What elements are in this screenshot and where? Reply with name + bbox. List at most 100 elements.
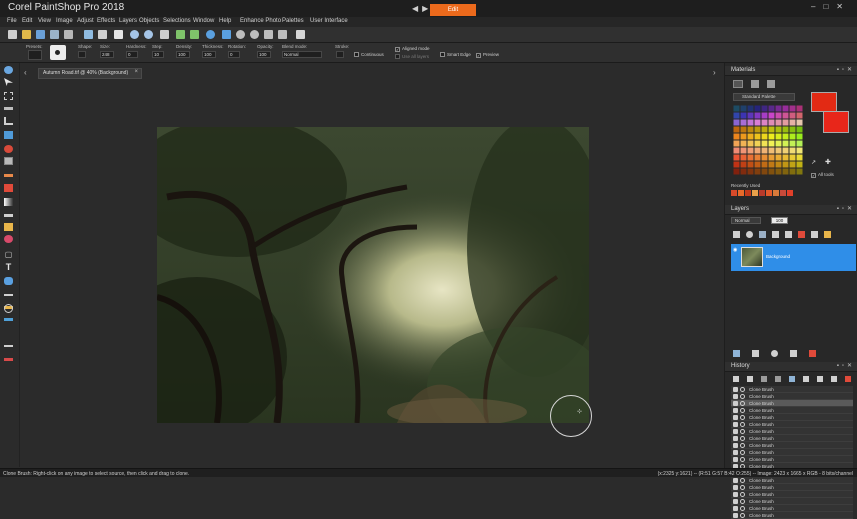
color-swatch[interactable] [761,154,768,161]
eraser-tool-icon[interactable]: ▢ [4,251,13,259]
history-delete-icon[interactable] [845,376,851,382]
color-swatch[interactable] [796,112,803,119]
preview-checkbox[interactable]: ✓ Preview [476,52,499,58]
color-swatch[interactable] [740,154,747,161]
menu-effects[interactable]: Effects [97,18,115,24]
layer-style-icon[interactable] [785,231,792,238]
color-swatch[interactable] [775,126,782,133]
history-step-icon[interactable] [761,376,767,382]
color-swatch[interactable] [782,105,789,112]
color-swatch[interactable] [761,168,768,175]
menu-image[interactable]: Image [56,18,73,24]
color-swatch[interactable] [768,147,775,154]
scan-icon[interactable] [98,30,107,39]
opacity-field[interactable]: 100 [257,51,271,58]
recent-colors[interactable] [731,190,801,198]
color-swatch[interactable] [754,112,761,119]
history-item[interactable]: Clone Brush [731,386,853,393]
color-swatch[interactable] [768,161,775,168]
history-lock-icon[interactable] [831,376,837,382]
tab-scroll-right-icon[interactable]: › [713,68,716,77]
recent-color-swatch[interactable] [738,190,744,196]
thickness-field[interactable]: 100 [202,51,216,58]
color-swatch[interactable] [747,112,754,119]
color-swatch[interactable] [768,112,775,119]
print-icon[interactable] [114,30,123,39]
color-swatch[interactable] [775,105,782,112]
history-save-icon[interactable] [789,376,795,382]
color-swatch[interactable] [796,140,803,147]
history-item[interactable]: Clone Brush [731,456,853,463]
color-swatch[interactable] [754,140,761,147]
color-swatch[interactable] [796,161,803,168]
history-undo-icon[interactable] [733,376,739,382]
layer-row-background[interactable]: ◉ Background [731,244,856,271]
color-swatch[interactable] [789,161,796,168]
color-swatch[interactable] [796,133,803,140]
continuous-checkbox[interactable]: Continuous [354,52,384,57]
tab-edit[interactable]: Edit [430,4,476,16]
close-document-icon[interactable]: × [134,69,138,75]
color-swatch[interactable] [789,105,796,112]
color-swatch[interactable] [747,154,754,161]
color-swatch[interactable] [761,140,768,147]
history-item[interactable]: Clone Brush [731,449,853,456]
history-copy-icon[interactable] [803,376,809,382]
color-swatch[interactable] [761,147,768,154]
history-visibility-icon[interactable] [733,478,738,483]
color-swatch[interactable] [740,133,747,140]
edit-color-icon[interactable]: ↗ [811,159,816,166]
delete-layer-icon[interactable] [809,350,816,357]
layer-properties-icon[interactable] [811,231,818,238]
color-swatch[interactable] [733,161,740,168]
dropper-tool-icon[interactable] [4,107,13,110]
history-item[interactable]: Clone Brush [731,421,853,428]
history-quickscript-icon[interactable] [775,376,781,382]
menu-edit[interactable]: Edit [22,18,32,24]
gradient-tool-icon[interactable] [4,198,13,206]
menu-user-interface[interactable]: User Interface [310,18,348,24]
text-tool-icon[interactable]: T [4,263,13,272]
color-swatch[interactable] [747,161,754,168]
color-swatch[interactable] [768,126,775,133]
redo-icon[interactable] [144,30,153,39]
color-swatch[interactable] [747,126,754,133]
adjustment-layer-icon[interactable] [771,350,778,357]
clone-brush-tool-icon[interactable] [4,157,13,165]
straighten-tool-icon[interactable] [4,131,13,139]
color-swatch[interactable] [754,168,761,175]
history-item[interactable]: Clone Brush [731,512,853,519]
history-item[interactable]: Clone Brush [731,498,853,505]
color-swatch[interactable] [768,133,775,140]
history-item[interactable]: Clone Brush [731,442,853,449]
smart-edge-checkbox[interactable]: Smart Edge [440,52,471,57]
save-icon[interactable] [36,30,45,39]
color-swatch[interactable] [775,112,782,119]
palette-tab-rainbow-icon[interactable] [751,80,759,88]
workspace-icon[interactable] [296,30,305,39]
color-swatch[interactable] [733,126,740,133]
history-visibility-icon[interactable] [733,443,738,448]
color-swatch[interactable] [754,105,761,112]
color-swatch[interactable] [796,105,803,112]
recent-color-swatch[interactable] [745,190,751,196]
crop-tool-icon[interactable] [4,117,13,125]
color-swatch[interactable] [747,140,754,147]
palette-tab-swatch-icon[interactable] [733,80,743,88]
history-visibility-icon[interactable] [733,513,738,518]
color-swatch[interactable] [754,161,761,168]
color-swatch[interactable] [796,126,803,133]
color-swatch[interactable] [789,168,796,175]
color-changer-tool-icon[interactable] [4,358,13,361]
pen-tool-icon[interactable] [4,294,13,296]
smudge-tool-icon[interactable] [4,223,13,231]
tab-scroll-left-icon[interactable]: ‹ [24,68,27,77]
color-swatch[interactable] [733,133,740,140]
recent-color-swatch[interactable] [731,190,737,196]
use-all-layers-checkbox[interactable]: Use all layers [395,54,429,59]
shape-tool-icon[interactable] [4,277,13,285]
color-swatch[interactable] [782,154,789,161]
browse-icon[interactable] [84,30,93,39]
color-swatch[interactable] [747,133,754,140]
retouch-tool-icon[interactable] [4,345,13,347]
